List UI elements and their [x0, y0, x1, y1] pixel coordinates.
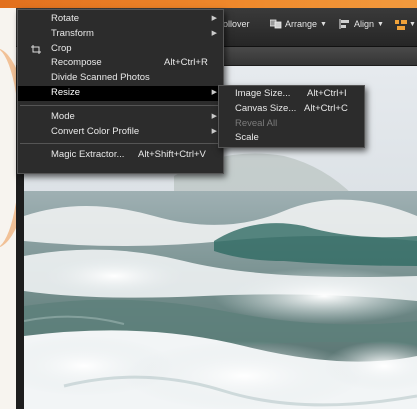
submenu-arrow-icon: ▶	[211, 112, 217, 120]
menu-item-scale[interactable]: Scale	[219, 131, 364, 146]
menu-item-convert-color-profile[interactable]: Convert Color Profile ▶	[18, 125, 223, 140]
menu-item-magic-extractor[interactable]: Magic Extractor... Alt+Shift+Ctrl+V	[18, 148, 223, 163]
menu-item-label: Canvas Size...	[235, 102, 297, 114]
menu-item-label: Convert Color Profile	[51, 125, 140, 137]
align-label: Align	[354, 19, 375, 29]
chevron-down-icon: ▼	[320, 20, 327, 28]
distribute-icon	[394, 19, 407, 30]
resize-submenu: Image Size... Alt+Ctrl+I Canvas Size... …	[218, 85, 365, 148]
align-button[interactable]: Align ▼	[339, 19, 384, 29]
submenu-arrow-icon: ▶	[211, 127, 217, 135]
menu-item-label: Crop	[51, 42, 72, 54]
menu-item-label: Transform	[51, 27, 94, 39]
menu-item-label: Magic Extractor...	[51, 149, 125, 161]
menu-item-shortcut: Alt+Ctrl+I	[307, 88, 347, 99]
menu-item-reveal-all: Reveal All	[219, 117, 364, 132]
menu-item-label: Divide Scanned Photos	[51, 72, 150, 84]
menu-item-crop[interactable]: Crop	[18, 42, 223, 57]
align-icon	[339, 19, 351, 29]
arrange-icon	[269, 19, 282, 29]
menu-item-label: Recompose	[51, 57, 102, 69]
menu-item-transform[interactable]: Transform ▶	[18, 27, 223, 42]
chevron-down-icon: ▼	[409, 20, 416, 28]
menu-item-shortcut: Alt+Shift+Ctrl+V	[138, 149, 206, 161]
left-panel	[0, 8, 16, 409]
submenu-arrow-icon: ▶	[211, 15, 217, 22]
menu-item-label: Rotate	[51, 13, 79, 24]
menu-item-label: Scale	[235, 132, 259, 144]
decorative-swoosh	[0, 48, 16, 248]
image-menu: Rotate ▶ Transform ▶ Crop Recompose Alt+…	[17, 9, 224, 174]
app-header-strip	[0, 0, 417, 8]
menu-item-shortcut: Alt+Ctrl+R	[164, 57, 208, 69]
menu-item-label: Reveal All	[235, 117, 278, 129]
submenu-arrow-icon: ▶	[211, 88, 217, 96]
menu-item-image-size[interactable]: Image Size... Alt+Ctrl+I	[219, 87, 364, 102]
menu-item-recompose[interactable]: Recompose Alt+Ctrl+R	[18, 56, 223, 71]
menu-divider	[20, 143, 223, 145]
menu-divider	[20, 104, 223, 106]
menu-item-mode[interactable]: Mode ▶	[18, 110, 223, 125]
menu-item-label: Image Size...	[235, 88, 291, 99]
menu-item-canvas-size[interactable]: Canvas Size... Alt+Ctrl+C	[219, 102, 364, 117]
distribute-button[interactable]: ▼	[394, 19, 416, 30]
menu-item-label: Mode	[51, 110, 75, 122]
menu-item-label: Resize	[51, 86, 81, 98]
menu-item-shortcut: Alt+Ctrl+C	[304, 102, 348, 114]
menu-item-divide-scanned-photos[interactable]: Divide Scanned Photos	[18, 71, 223, 86]
menu-item-resize[interactable]: Resize ▶	[18, 85, 223, 101]
arrange-button[interactable]: Arrange ▼	[269, 19, 327, 29]
submenu-arrow-icon: ▶	[211, 29, 217, 37]
chevron-down-icon: ▼	[377, 20, 384, 28]
arrange-label: Arrange	[285, 19, 318, 29]
crop-icon	[31, 44, 41, 54]
menu-item-rotate[interactable]: Rotate ▶	[18, 12, 223, 27]
